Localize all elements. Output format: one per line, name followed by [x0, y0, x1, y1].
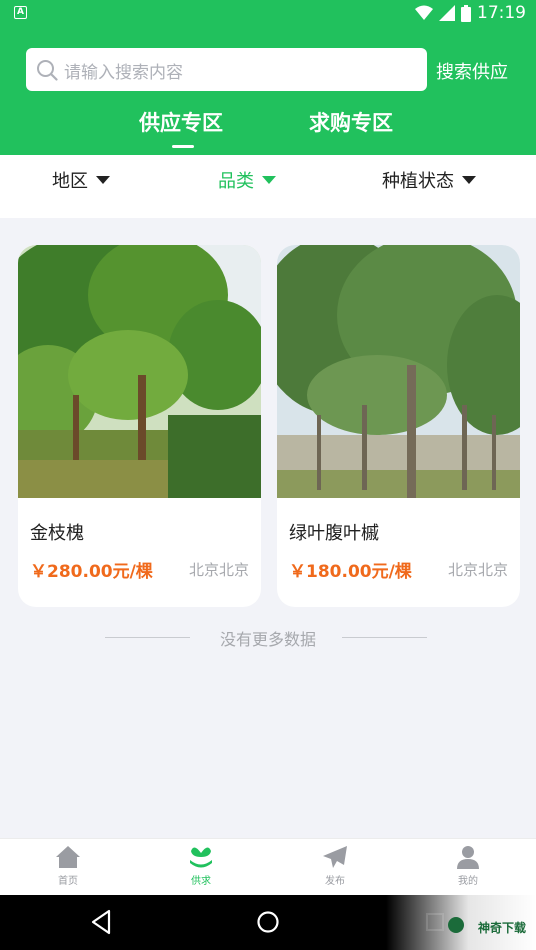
status-time: 17:19 [477, 3, 526, 23]
user-icon [457, 846, 479, 869]
tabbar-item-mine[interactable]: 我的 [433, 845, 503, 887]
tab-purchase[interactable]: 求购专区 [309, 107, 393, 137]
filter-planting-state-label: 种植状态 [382, 171, 454, 192]
product-name: 绿叶腹叶槭 [289, 523, 379, 544]
header: 请输入搜索内容 搜索供应 供应专区 求购专区 [0, 27, 536, 155]
filter-bar: 地区 品类 种植状态 [0, 155, 536, 218]
tabbar-item-post[interactable]: 发布 [300, 845, 370, 887]
tabbar-label-home: 首页 [58, 876, 78, 887]
watermark-text: 神奇下载 [477, 921, 526, 935]
search-icon [37, 60, 58, 81]
send-icon [323, 846, 347, 868]
filter-region-label: 地区 [52, 171, 88, 192]
wifi-icon [415, 5, 433, 20]
caret-down-icon [262, 176, 276, 184]
tabbar-item-home[interactable]: 首页 [33, 845, 103, 887]
filter-region[interactable]: 地区 [52, 167, 110, 193]
search-supply-button[interactable]: 搜索供应 [436, 58, 508, 84]
leaf-icon [190, 847, 212, 868]
battery-icon [461, 4, 471, 22]
product-location: 北京北京 [188, 561, 249, 579]
product-photo [18, 245, 261, 498]
tabbar-item-supply[interactable]: 供求 [166, 845, 236, 887]
tabbar-label-mine: 我的 [458, 876, 478, 887]
filter-category[interactable]: 品类 [218, 167, 276, 193]
notification-badge: A [14, 6, 27, 19]
bottom-tab-bar: 首页 供求 发布 我的 [0, 838, 536, 895]
no-more-data-text: 没有更多数据 [219, 630, 316, 649]
tab-supply[interactable]: 供应专区 [139, 107, 223, 137]
status-icons: 17:19 [415, 3, 526, 23]
product-location: 北京北京 [447, 561, 508, 579]
tabbar-label-post: 发布 [325, 876, 345, 887]
product-card[interactable]: 金枝槐 ￥280.00元/棵 北京北京 [18, 245, 261, 607]
product-card[interactable]: 绿叶腹叶槭 ￥180.00元/棵 北京北京 [277, 245, 520, 607]
active-tab-indicator [172, 145, 194, 148]
product-price: ￥280.00元/棵 [30, 562, 153, 582]
product-photo [277, 245, 520, 498]
filter-category-label: 品类 [218, 171, 254, 192]
signal-icon [439, 5, 455, 21]
tabbar-label-supply: 供求 [191, 876, 211, 887]
search-input[interactable]: 请输入搜索内容 [26, 48, 427, 91]
back-icon[interactable] [89, 909, 113, 935]
status-bar: A 17:19 [0, 0, 536, 27]
no-more-data: 没有更多数据 [0, 626, 536, 650]
product-price: ￥180.00元/棵 [289, 562, 412, 582]
watermark: 神奇下载 [386, 895, 536, 950]
watermark-logo-icon [448, 917, 464, 933]
search-placeholder: 请输入搜索内容 [64, 63, 183, 83]
product-name: 金枝槐 [30, 523, 84, 544]
home-icon [56, 846, 80, 868]
filter-planting-state[interactable]: 种植状态 [382, 167, 476, 193]
home-circle-icon[interactable] [256, 909, 280, 935]
caret-down-icon [462, 176, 476, 184]
caret-down-icon [96, 176, 110, 184]
